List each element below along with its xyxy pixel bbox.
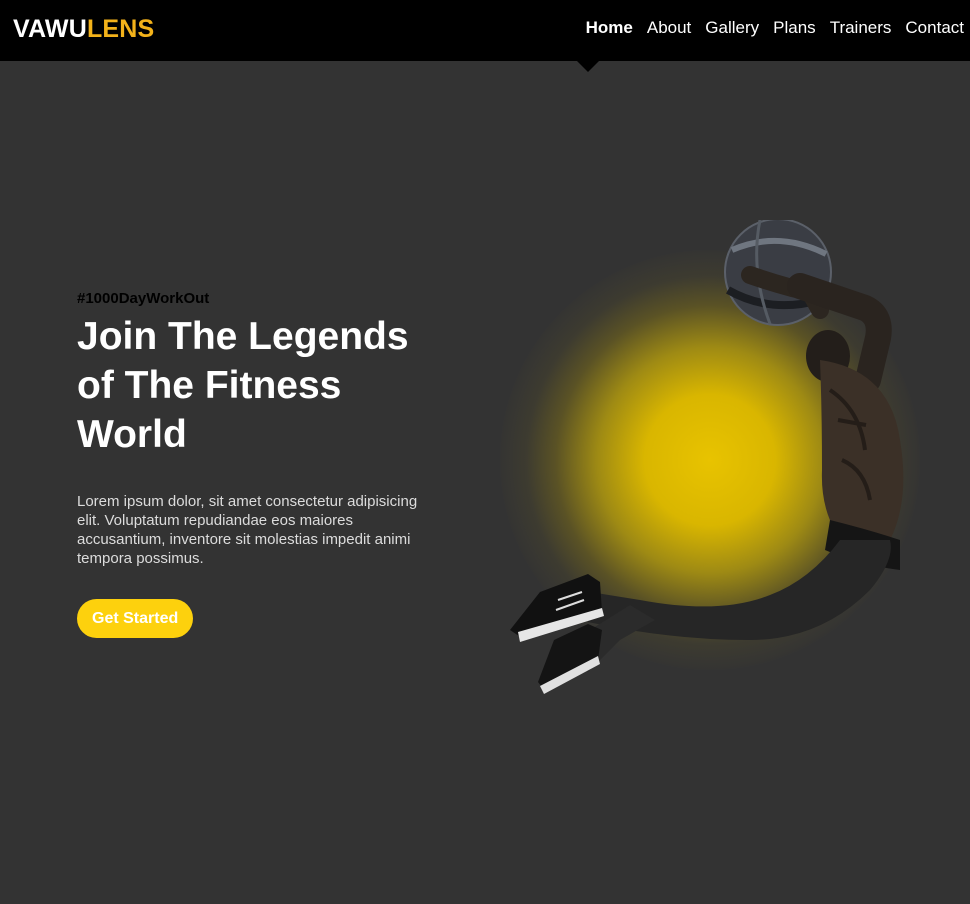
- top-navbar: VAWULENS Home About Gallery Plans Traine…: [0, 0, 970, 61]
- nav-link-plans[interactable]: Plans: [773, 17, 816, 39]
- hero-description: Lorem ipsum dolor, sit amet consectetur …: [77, 493, 418, 567]
- athlete-jumping-illustration: [510, 220, 904, 694]
- headline-line-1: Join The Legends: [77, 315, 409, 358]
- active-nav-indicator: [577, 61, 599, 72]
- nav-link-about[interactable]: About: [647, 17, 691, 39]
- brand-name-primary: VAWU: [13, 15, 87, 43]
- hero-headline: Join The Legends of The Fitness World: [77, 312, 477, 459]
- main-nav: Home About Gallery Plans Trainers Contac…: [572, 17, 964, 39]
- nav-link-trainers[interactable]: Trainers: [830, 17, 892, 39]
- hero-hashtag: #1000DayWorkOut: [77, 290, 210, 307]
- nav-link-gallery[interactable]: Gallery: [705, 17, 759, 39]
- brand-name-accent: LENS: [86, 15, 155, 43]
- hero-image: [470, 220, 950, 700]
- headline-line-2: of The Fitness: [77, 364, 342, 407]
- hero-content: #1000DayWorkOut Join The Legends of The …: [77, 289, 477, 638]
- nav-link-contact[interactable]: Contact: [905, 17, 964, 39]
- brand-logo[interactable]: VAWULENS: [13, 14, 154, 44]
- get-started-button[interactable]: Get Started: [77, 599, 194, 638]
- nav-link-home[interactable]: Home: [586, 17, 633, 39]
- headline-line-3: World: [77, 413, 187, 456]
